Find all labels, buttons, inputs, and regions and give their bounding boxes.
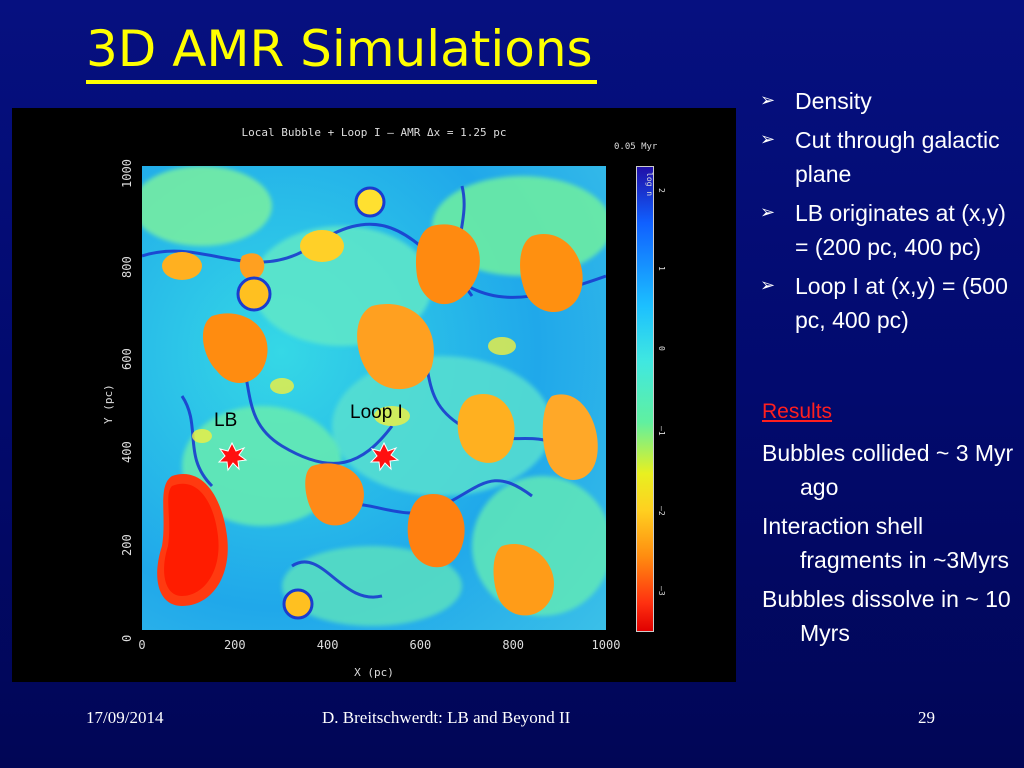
colorbar-tick-label: 1 (657, 266, 666, 271)
colorbar-tick-label: –3 (657, 586, 666, 596)
result-item: Bubbles collided ~ 3 Myr ago (762, 440, 1014, 500)
footer-date: 17/09/2014 (86, 708, 164, 727)
arrow-bullet-icon: ➢ (760, 275, 776, 296)
colorbar-label: log n (645, 172, 654, 197)
arrow-bullet-icon: ➢ (760, 129, 776, 150)
bullet-item: ➢ Density (760, 84, 1016, 118)
x-axis-label: X (pc) (354, 666, 394, 679)
x-tick-label: 400 (316, 638, 339, 652)
y-tick-label: 800 (120, 255, 134, 278)
figure-title: Local Bubble + Loop I – AMR Δx = 1.25 pc (241, 126, 507, 139)
slide-title: 3D AMR Simulations (86, 18, 597, 84)
y-axis-label: Y (pc) (102, 384, 115, 424)
bullet-item: ➢ LB originates at (x,y) = (200 pc, 400 p… (760, 196, 1016, 264)
results-heading: Results (762, 400, 833, 423)
y-tick-label: 1000 (120, 159, 134, 189)
colorbar (636, 166, 654, 632)
results-list: Bubbles collided ~ 3 Myr ago Interaction… (762, 436, 1020, 655)
simulation-figure: Local Bubble + Loop I – AMR Δx = 1.25 pc… (12, 108, 736, 682)
colorbar-tick-label: 0 (657, 346, 666, 351)
result-item: Interaction shell fragments in ~3Myrs (762, 513, 1009, 573)
bullet-list: ➢ Density ➢ Cut through galactic plane ➢ LB… (760, 84, 1016, 342)
colorbar-tick-label: –2 (657, 506, 666, 516)
x-tick-label: 600 (409, 638, 432, 652)
y-tick-label: 400 (120, 441, 134, 464)
y-tick-label: 200 (120, 534, 134, 556)
lb-annotation: LB (214, 410, 238, 431)
x-tick-label: 200 (223, 638, 246, 652)
result-item: Bubbles dissolve in ~ 10 Myrs (762, 586, 1011, 646)
x-tick-label: 800 (502, 638, 525, 652)
density-map: LB Loop I (142, 166, 606, 630)
density-map-graphic (142, 166, 606, 626)
x-tick-label: 0 (138, 638, 146, 652)
y-tick-label: 0 (120, 634, 134, 642)
footer-author: D. Breitschwerdt: LB and Beyond II (322, 708, 571, 727)
bullet-item: ➢ Cut through galactic plane (760, 123, 1016, 191)
x-tick-label: 1000 (591, 638, 621, 652)
y-tick-label: 600 (120, 348, 134, 371)
arrow-bullet-icon: ➢ (760, 90, 776, 111)
figure-time-label: 0.05 Myr (614, 142, 658, 152)
bullet-item: ➢ Loop I at (x,y) = (500 pc, 400 pc) (760, 269, 1016, 337)
colorbar-tick-label: 2 (657, 188, 666, 193)
footer-page-number: 29 (918, 708, 935, 727)
arrow-bullet-icon: ➢ (760, 202, 776, 223)
loop-annotation: Loop I (350, 402, 403, 423)
colorbar-tick-label: –1 (657, 426, 666, 436)
